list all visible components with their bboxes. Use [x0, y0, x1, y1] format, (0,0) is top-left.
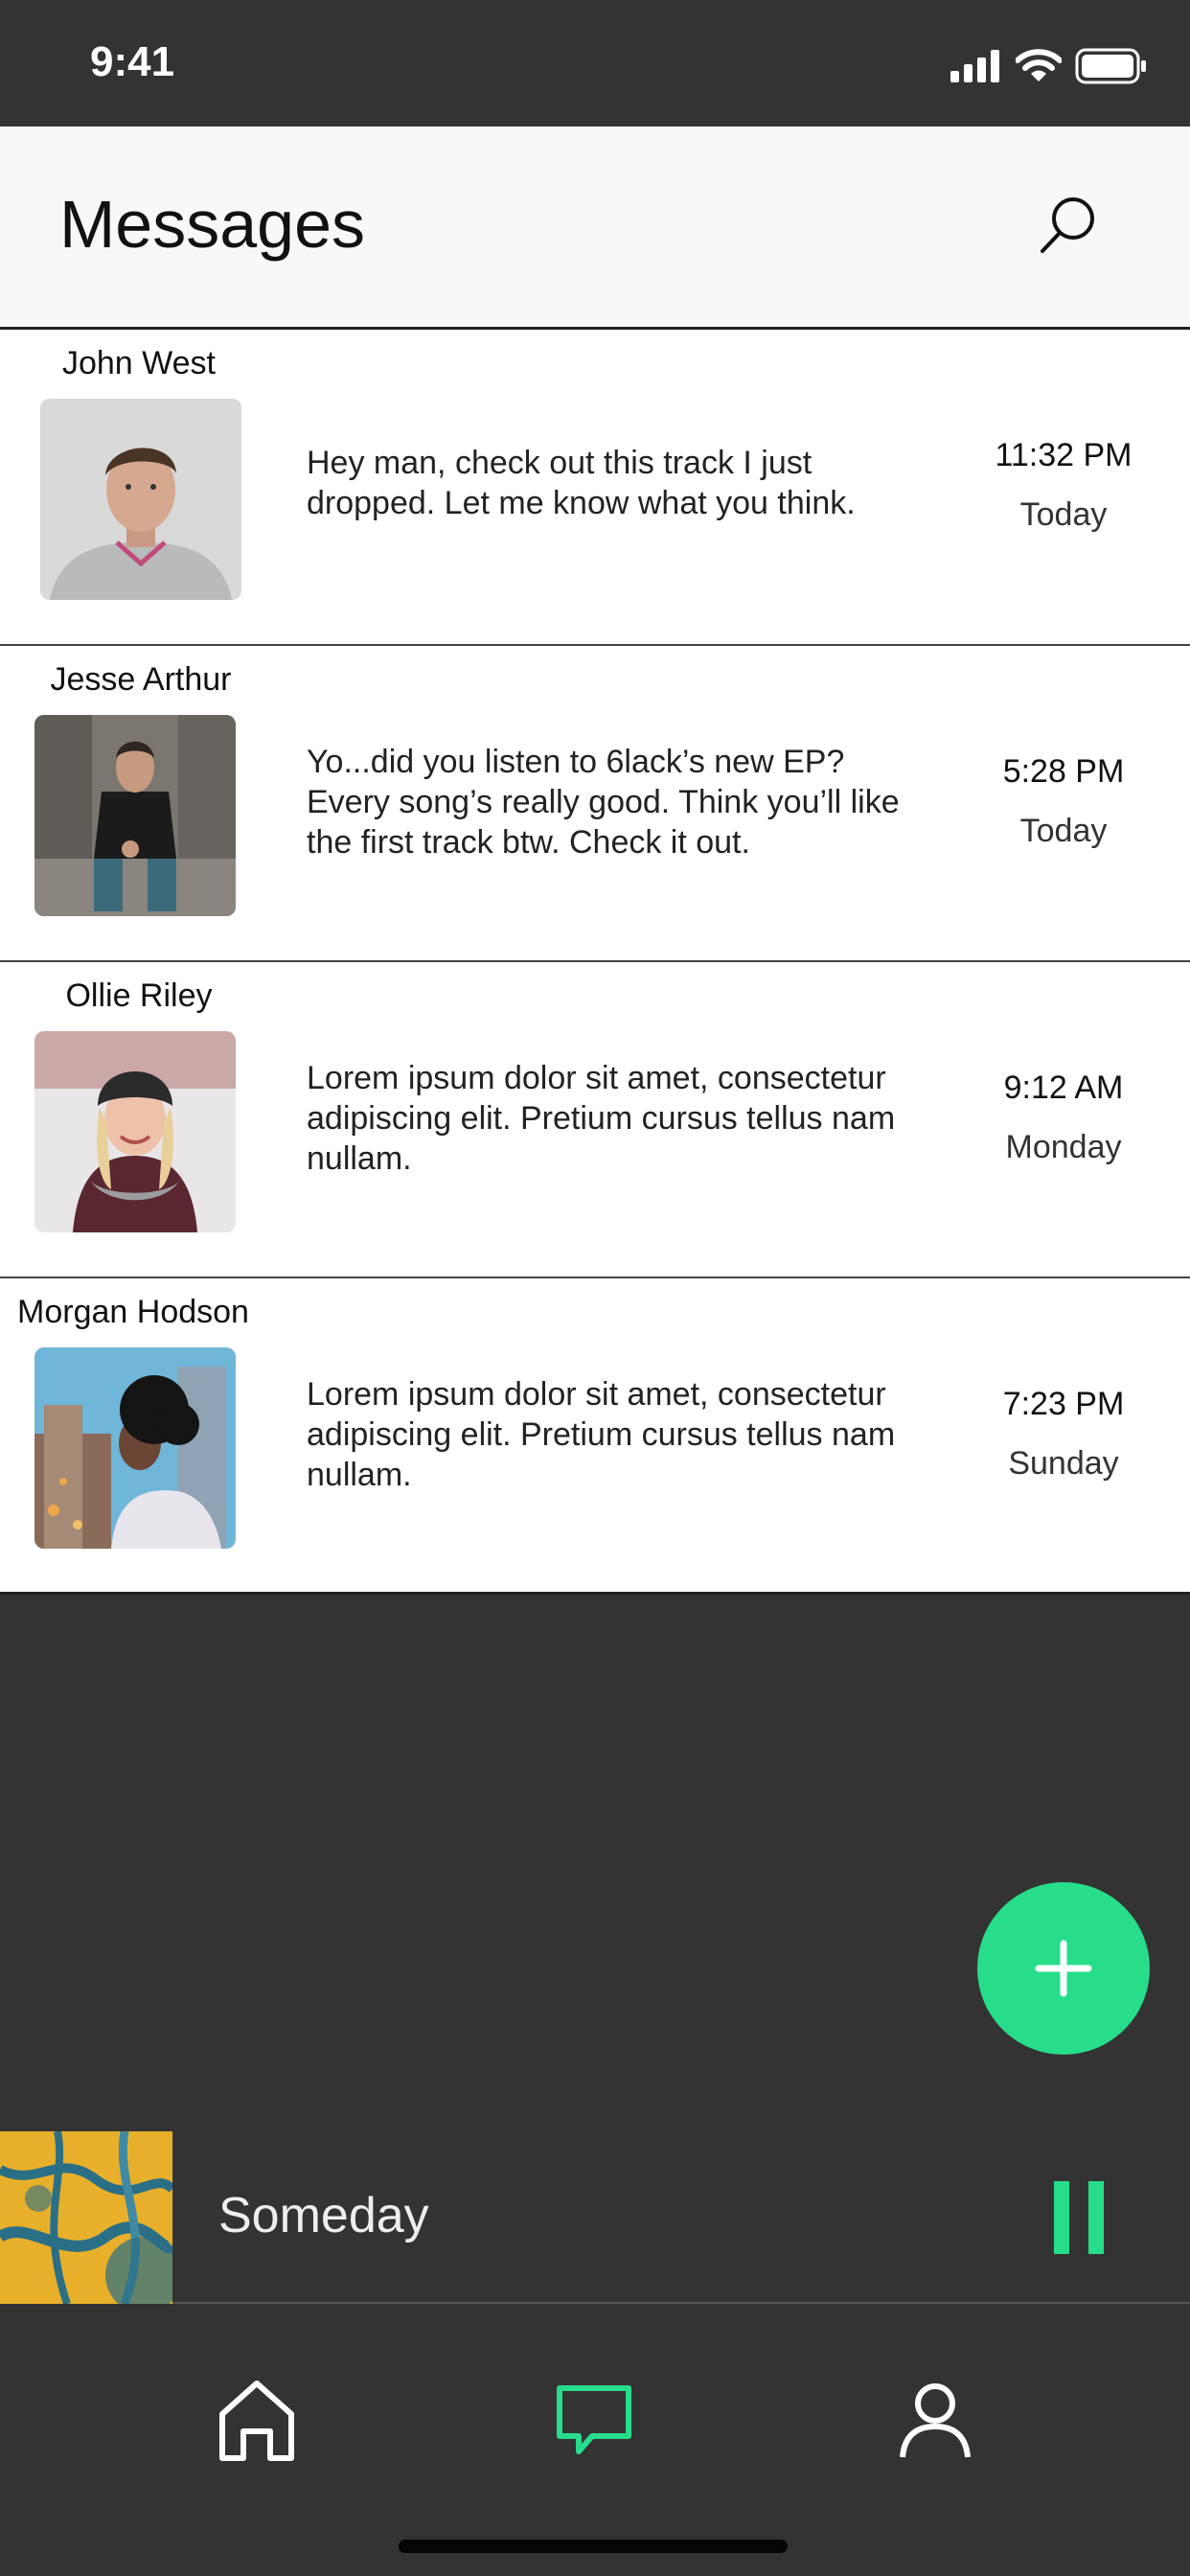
message-day: Sunday [1008, 1445, 1119, 1482]
plus-icon [1035, 1940, 1092, 1997]
message-row[interactable]: John West Hey man, check out this track … [0, 330, 1190, 646]
message-row[interactable]: Ollie Riley Lorem ipsum dolor sit amet, … [0, 962, 1190, 1278]
sender-name: Morgan Hodson [17, 1294, 249, 1330]
message-list: John West Hey man, check out this track … [0, 330, 1190, 1595]
header: Messages [0, 126, 1190, 330]
search-icon [1041, 197, 1094, 253]
message-row[interactable]: Morgan Hodson Lorem ipsum dolor sit amet… [0, 1278, 1190, 1595]
message-time: 11:32 PM [995, 437, 1133, 473]
message-preview: Lorem ipsum dolor sit amet, consectetur … [307, 1060, 896, 1177]
sender-name: John West [61, 345, 216, 381]
avatar [34, 1347, 236, 1549]
page-title: Messages [59, 187, 366, 262]
avatar [34, 715, 236, 916]
avatar [40, 399, 241, 600]
now-playing-bar[interactable]: Someday [0, 2131, 1190, 2304]
pause-button[interactable] [1054, 2181, 1104, 2254]
chat-icon [557, 2385, 631, 2454]
message-day: Monday [1005, 1129, 1122, 1165]
message-time: 9:12 AM [1003, 1070, 1124, 1106]
signal-icon [950, 50, 999, 82]
message-time: 7:23 PM [1002, 1386, 1125, 1422]
pause-icon [1054, 2181, 1069, 2254]
track-title: Someday [218, 2188, 429, 2243]
new-message-button[interactable] [977, 1882, 1150, 2055]
message-time: 5:28 PM [1002, 753, 1125, 790]
message-day: Today [1019, 496, 1108, 533]
battery-icon [1075, 48, 1146, 84]
pause-icon [1088, 2181, 1104, 2254]
message-preview: Yo...did you listen to 6lack’s new EP? E… [307, 744, 900, 861]
status-time: 9:41 [90, 38, 175, 85]
album-art [0, 2131, 172, 2304]
message-row[interactable]: Jesse Arthur Yo...did you listen to 6lac… [0, 646, 1190, 962]
message-preview: Hey man, check out this track I just dro… [307, 445, 856, 521]
profile-icon [900, 2383, 971, 2458]
avatar [34, 1031, 236, 1232]
home-indicator [399, 2540, 788, 2553]
sender-name: Jesse Arthur [50, 661, 232, 698]
home-icon [219, 2380, 294, 2461]
sender-name: Ollie Riley [65, 978, 213, 1014]
nav-messages[interactable] [546, 2373, 642, 2469]
status-icons [950, 48, 1148, 84]
bottom-nav [0, 2306, 1190, 2576]
search-button[interactable] [1035, 192, 1102, 259]
message-preview: Lorem ipsum dolor sit amet, consectetur … [307, 1376, 896, 1493]
nav-home[interactable] [209, 2373, 305, 2469]
message-day: Today [1019, 813, 1108, 849]
nav-profile[interactable] [887, 2373, 983, 2469]
wifi-icon [1016, 49, 1062, 81]
status-bar: 9:41 [0, 0, 1190, 126]
